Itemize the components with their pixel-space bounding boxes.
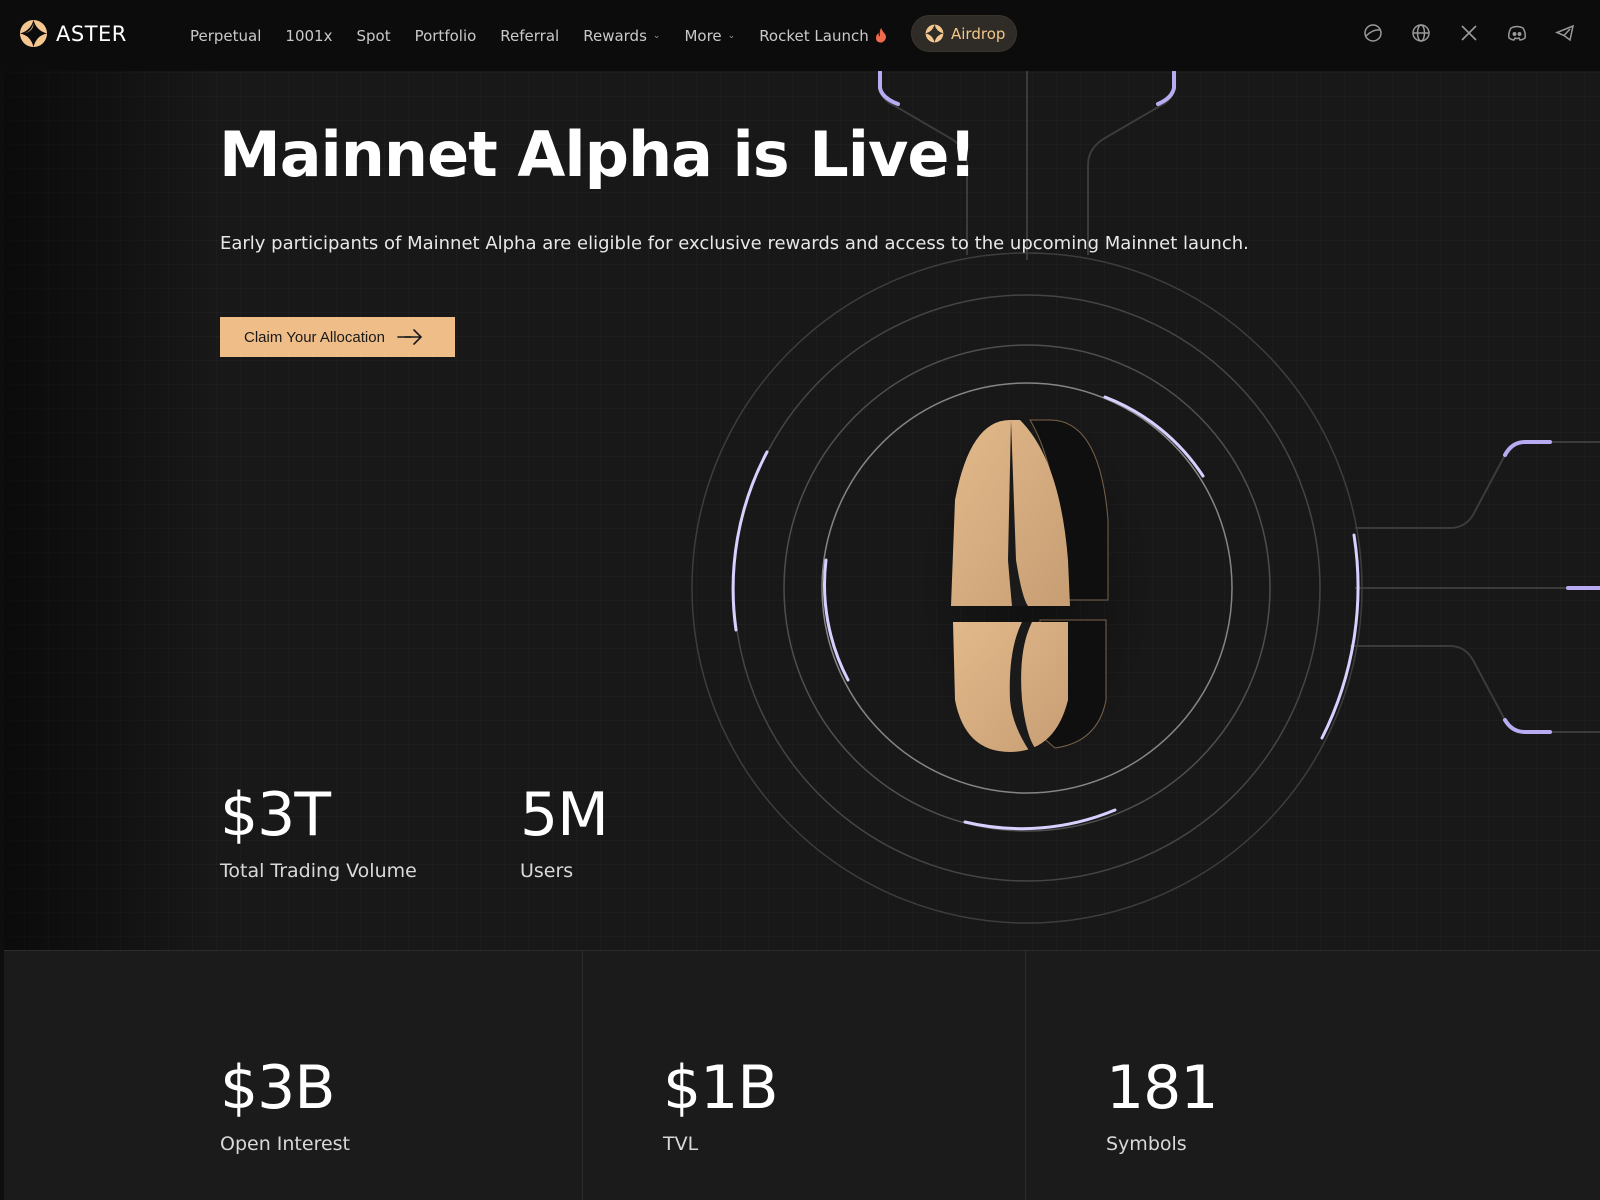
discord-icon[interactable] [1506, 22, 1528, 44]
nav-link-label: Rewards [583, 26, 647, 45]
stat-total-trading-volume: $3T Total Trading Volume [220, 780, 417, 882]
chevron-down-icon: ⌄ [727, 30, 736, 41]
stat-label: Total Trading Volume [220, 860, 417, 882]
stat-value: $1B [663, 1053, 779, 1123]
telegram-icon[interactable] [1554, 22, 1576, 44]
arrow-right-icon [397, 329, 423, 345]
top-navigation: ASTER Perpetual 1001x Spot Portfolio Ref… [0, 0, 1600, 71]
nav-link-label: 1001x [285, 26, 333, 45]
chevron-down-icon: ⌄ [652, 30, 661, 41]
hero-subtitle: Early participants of Mainnet Alpha are … [220, 233, 1249, 254]
stat-label: Symbols [1106, 1133, 1187, 1155]
nav-link-label: More [684, 26, 722, 45]
nav-link-label: Spot [356, 26, 391, 45]
stat-open-interest: $3B Open Interest [220, 1053, 350, 1155]
nav-link-rewards[interactable]: Rewards ⌄ [583, 27, 660, 45]
nav-link-spot[interactable]: Spot [356, 27, 390, 45]
airdrop-label: Airdrop [951, 24, 1006, 43]
stat-value: $3B [220, 1053, 336, 1123]
x-icon[interactable] [1458, 22, 1480, 44]
stat-tvl: $1B TVL [663, 1053, 779, 1155]
nav-links: Perpetual 1001x Spot Portfolio Referral … [190, 0, 911, 71]
stat-value: 5M [520, 780, 609, 850]
stat-value: 181 [1106, 1053, 1219, 1123]
cta-label: Claim Your Allocation [244, 328, 385, 346]
stats-divider [582, 950, 583, 1200]
nav-link-perpetual[interactable]: Perpetual [190, 27, 261, 45]
nav-link-label: Perpetual [190, 26, 262, 45]
nav-link-more[interactable]: More ⌄ [684, 27, 735, 45]
airdrop-button[interactable]: Airdrop [911, 15, 1017, 52]
nav-link-referral[interactable]: Referral [500, 27, 559, 45]
brand-name: ASTER [56, 21, 127, 46]
nav-link-label: Portfolio [414, 26, 477, 45]
stat-label: Users [520, 860, 574, 882]
nav-link-1001x[interactable]: 1001x [285, 27, 332, 45]
hero-left-shade [0, 0, 220, 950]
social-icons [1362, 22, 1576, 44]
stat-users: 5M Users [520, 780, 609, 882]
aster-logo-icon [925, 24, 944, 43]
claim-allocation-button[interactable]: Claim Your Allocation [220, 317, 455, 357]
nav-link-label: Referral [500, 26, 560, 45]
aster-logo-icon [19, 19, 48, 48]
stat-label: Open Interest [220, 1133, 351, 1155]
globe-icon[interactable] [1410, 22, 1432, 44]
stat-label: TVL [663, 1133, 699, 1155]
stat-value: $3T [220, 780, 331, 850]
nav-link-rocket-launch[interactable]: Rocket Launch [759, 27, 887, 45]
brand-logo-link[interactable]: ASTER [19, 19, 127, 48]
hero-title: Mainnet Alpha is Live! [219, 118, 977, 191]
nav-link-label: Rocket Launch [759, 26, 869, 45]
flame-icon [875, 28, 886, 43]
nav-link-portfolio[interactable]: Portfolio [415, 27, 477, 45]
stats-divider [1025, 950, 1026, 1200]
stat-symbols: 181 Symbols [1106, 1053, 1219, 1155]
planet-icon[interactable] [1362, 22, 1384, 44]
